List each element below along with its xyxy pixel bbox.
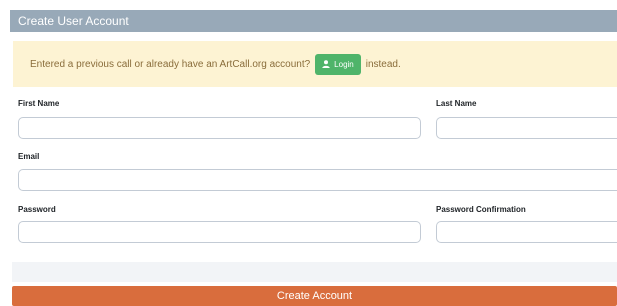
password-confirmation-input[interactable] — [436, 221, 617, 243]
login-button[interactable]: Login — [315, 53, 361, 75]
alert-text-after: instead. — [365, 58, 401, 70]
create-account-button[interactable]: Create Account — [12, 286, 617, 306]
email-input[interactable] — [18, 169, 617, 191]
first-name-label: First Name — [18, 99, 60, 108]
form-footer — [12, 262, 617, 282]
user-icon — [322, 60, 330, 68]
existing-account-alert: Entered a previous call or already have … — [13, 41, 617, 87]
panel-title: Create User Account — [10, 10, 617, 32]
last-name-input[interactable] — [436, 117, 617, 139]
password-input[interactable] — [18, 221, 421, 243]
email-label: Email — [18, 152, 40, 161]
password-confirmation-label: Password Confirmation — [436, 205, 526, 214]
login-button-label: Login — [334, 59, 354, 69]
last-name-label: Last Name — [436, 99, 477, 108]
first-name-input[interactable] — [18, 117, 421, 139]
password-label: Password — [18, 205, 56, 214]
alert-text-before: Entered a previous call or already have … — [30, 58, 311, 70]
